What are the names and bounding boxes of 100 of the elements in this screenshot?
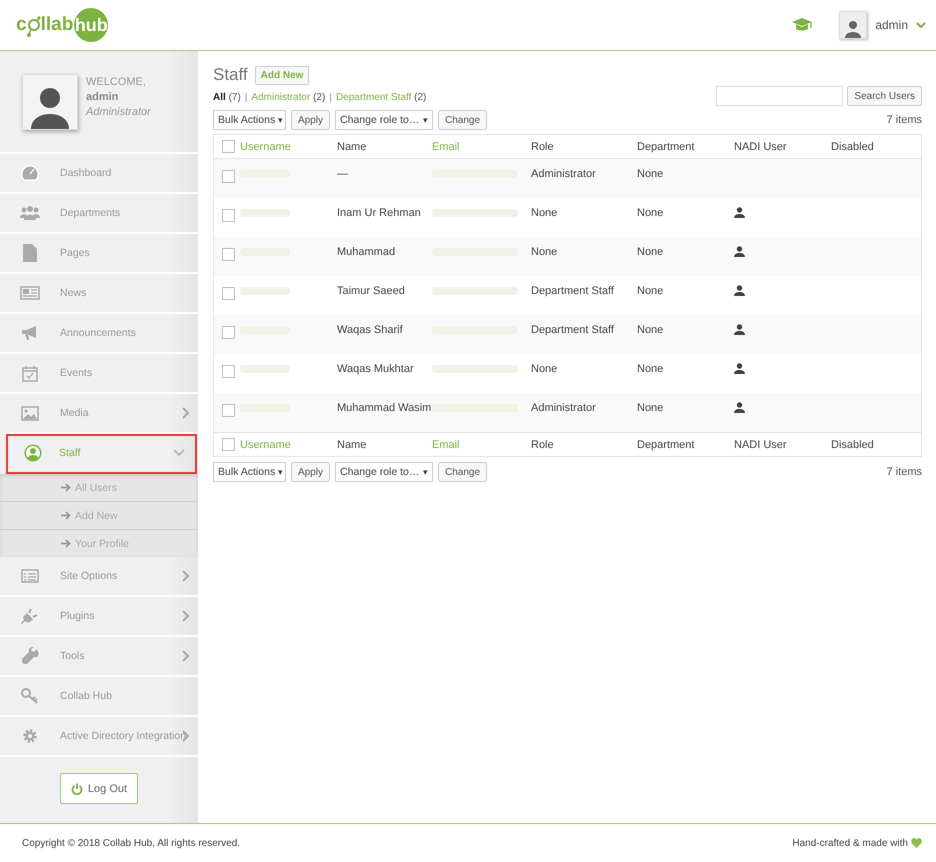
sidebar-item[interactable]: Site Options (0, 557, 198, 597)
sidebar-item[interactable]: Announcements (0, 314, 198, 354)
select-all-checkbox[interactable] (222, 140, 235, 153)
row-checkbox[interactable] (222, 326, 235, 339)
page-icon (23, 244, 37, 262)
table-cell: Muhammad Wasim (337, 402, 432, 414)
chevron-down-icon[interactable] (916, 22, 926, 28)
column-header[interactable]: Username (240, 140, 291, 152)
item-count: 7 items (886, 466, 922, 478)
filter-link[interactable]: Administrator (2) (251, 92, 326, 103)
list-icon (21, 569, 39, 583)
row-checkbox[interactable] (222, 248, 235, 261)
row-checkbox[interactable] (222, 170, 235, 183)
people-icon (20, 205, 40, 221)
table-cell: None (637, 207, 664, 219)
settings-icon (22, 728, 38, 744)
column-header: Role (531, 438, 554, 450)
sidebar-item[interactable]: Departments (0, 194, 198, 234)
power-icon (70, 782, 83, 794)
logout-button[interactable]: Log Out (60, 773, 138, 804)
column-header: NADI User (734, 438, 787, 450)
apply-button[interactable]: Apply (291, 110, 330, 130)
profile-role: Administrator (86, 106, 151, 118)
table-cell: None (637, 324, 664, 336)
table-cell: Administrator (531, 168, 596, 180)
change-button[interactable]: Change (438, 462, 488, 482)
column-header: Name (337, 140, 366, 152)
column-header: NADI User (734, 140, 787, 152)
table-cell: Inam Ur Rehman (337, 207, 421, 219)
column-header: Department (637, 140, 694, 152)
table-cell: None (531, 246, 558, 258)
sidebar-item[interactable]: Dashboard (0, 154, 198, 194)
table-cell: None (531, 207, 558, 219)
change-role-select[interactable]: Change role to… ▾ (335, 110, 434, 130)
profile-name: admin (86, 90, 120, 102)
sidebar-item[interactable]: Collab Hub (0, 677, 198, 717)
change-button[interactable]: Change (438, 110, 488, 130)
change-role-select[interactable]: Change role to… ▾ (335, 462, 434, 482)
row-checkbox[interactable] (222, 209, 235, 222)
graduation-cap-icon[interactable] (791, 17, 814, 33)
sidebar-item[interactable]: Active Directory Integration (0, 717, 198, 757)
row-checkbox[interactable] (222, 287, 235, 300)
table-cell: None (637, 168, 664, 180)
column-header[interactable]: Username (240, 438, 291, 450)
sidebar-item[interactable]: Pages (0, 234, 198, 274)
column-header: Name (337, 438, 366, 450)
redacted-text (240, 365, 290, 373)
bulk-actions-select[interactable]: Bulk Actions ▾ (213, 110, 286, 130)
table-cell: None (637, 246, 664, 258)
select-all-checkbox[interactable] (222, 438, 235, 451)
table-cell: Administrator (531, 402, 596, 414)
sidebar-item[interactable]: Media (0, 394, 198, 434)
submenu-item[interactable]: All Users (0, 474, 198, 502)
wrench-icon (21, 647, 39, 665)
apply-button[interactable]: Apply (291, 462, 330, 482)
separator-text: | (329, 92, 332, 103)
arrow-right-icon (61, 539, 71, 548)
search-button[interactable]: Search Users (847, 86, 922, 106)
column-header: Role (531, 140, 554, 152)
molecule-icon (26, 16, 41, 38)
table-cell: Waqas Sharif (337, 324, 403, 336)
add-new-button[interactable]: Add New (254, 66, 310, 84)
gauge-icon (21, 165, 39, 181)
user-avatar[interactable] (839, 11, 868, 39)
arrow-right-icon (61, 511, 71, 520)
arrow-right-icon (61, 483, 71, 492)
table-cell: Taimur Saeed (337, 285, 405, 297)
logo-text: llab (40, 14, 74, 36)
sidebar-item[interactable]: Tools (0, 637, 198, 677)
filter-link[interactable]: Department Staff (2) (336, 92, 426, 103)
table-cell: Department Staff (531, 285, 614, 297)
search-field[interactable] (716, 86, 844, 106)
redacted-text (240, 287, 290, 295)
sidebar-item[interactable]: Plugins (0, 597, 198, 637)
filter-link[interactable]: All (7) (213, 92, 241, 103)
bulk-actions-select[interactable]: Bulk Actions ▾ (213, 462, 286, 482)
key-icon (21, 688, 39, 704)
item-count: 7 items (886, 114, 922, 126)
table-cell: None (637, 402, 664, 414)
table-cell: None (637, 285, 664, 297)
separator-text: | (244, 92, 248, 103)
plug-icon (21, 607, 39, 625)
row-checkbox[interactable] (222, 365, 235, 378)
megaphone-icon (21, 325, 39, 341)
submenu-item[interactable]: Add New (0, 502, 198, 530)
column-header[interactable]: Email (432, 438, 460, 450)
row-checkbox[interactable] (222, 404, 235, 417)
column-header[interactable]: Email (432, 140, 460, 152)
column-header: Department (637, 438, 694, 450)
welcome-text: WELCOME, (86, 76, 147, 88)
copyright-text: Copyright © 2018 Collab Hub, All rights reserved. (22, 838, 240, 848)
sidebar-item[interactable]: News (0, 274, 198, 314)
sidebar-item[interactable]: Events (0, 354, 198, 394)
table-cell: Muhammad (337, 246, 396, 258)
submenu-item[interactable]: Your Profile (0, 530, 198, 557)
column-header: Disabled (831, 438, 874, 450)
user-circle-icon (24, 444, 42, 462)
user-name[interactable]: admin (875, 18, 908, 32)
redacted-text (240, 209, 290, 217)
newspaper-icon (20, 286, 40, 300)
